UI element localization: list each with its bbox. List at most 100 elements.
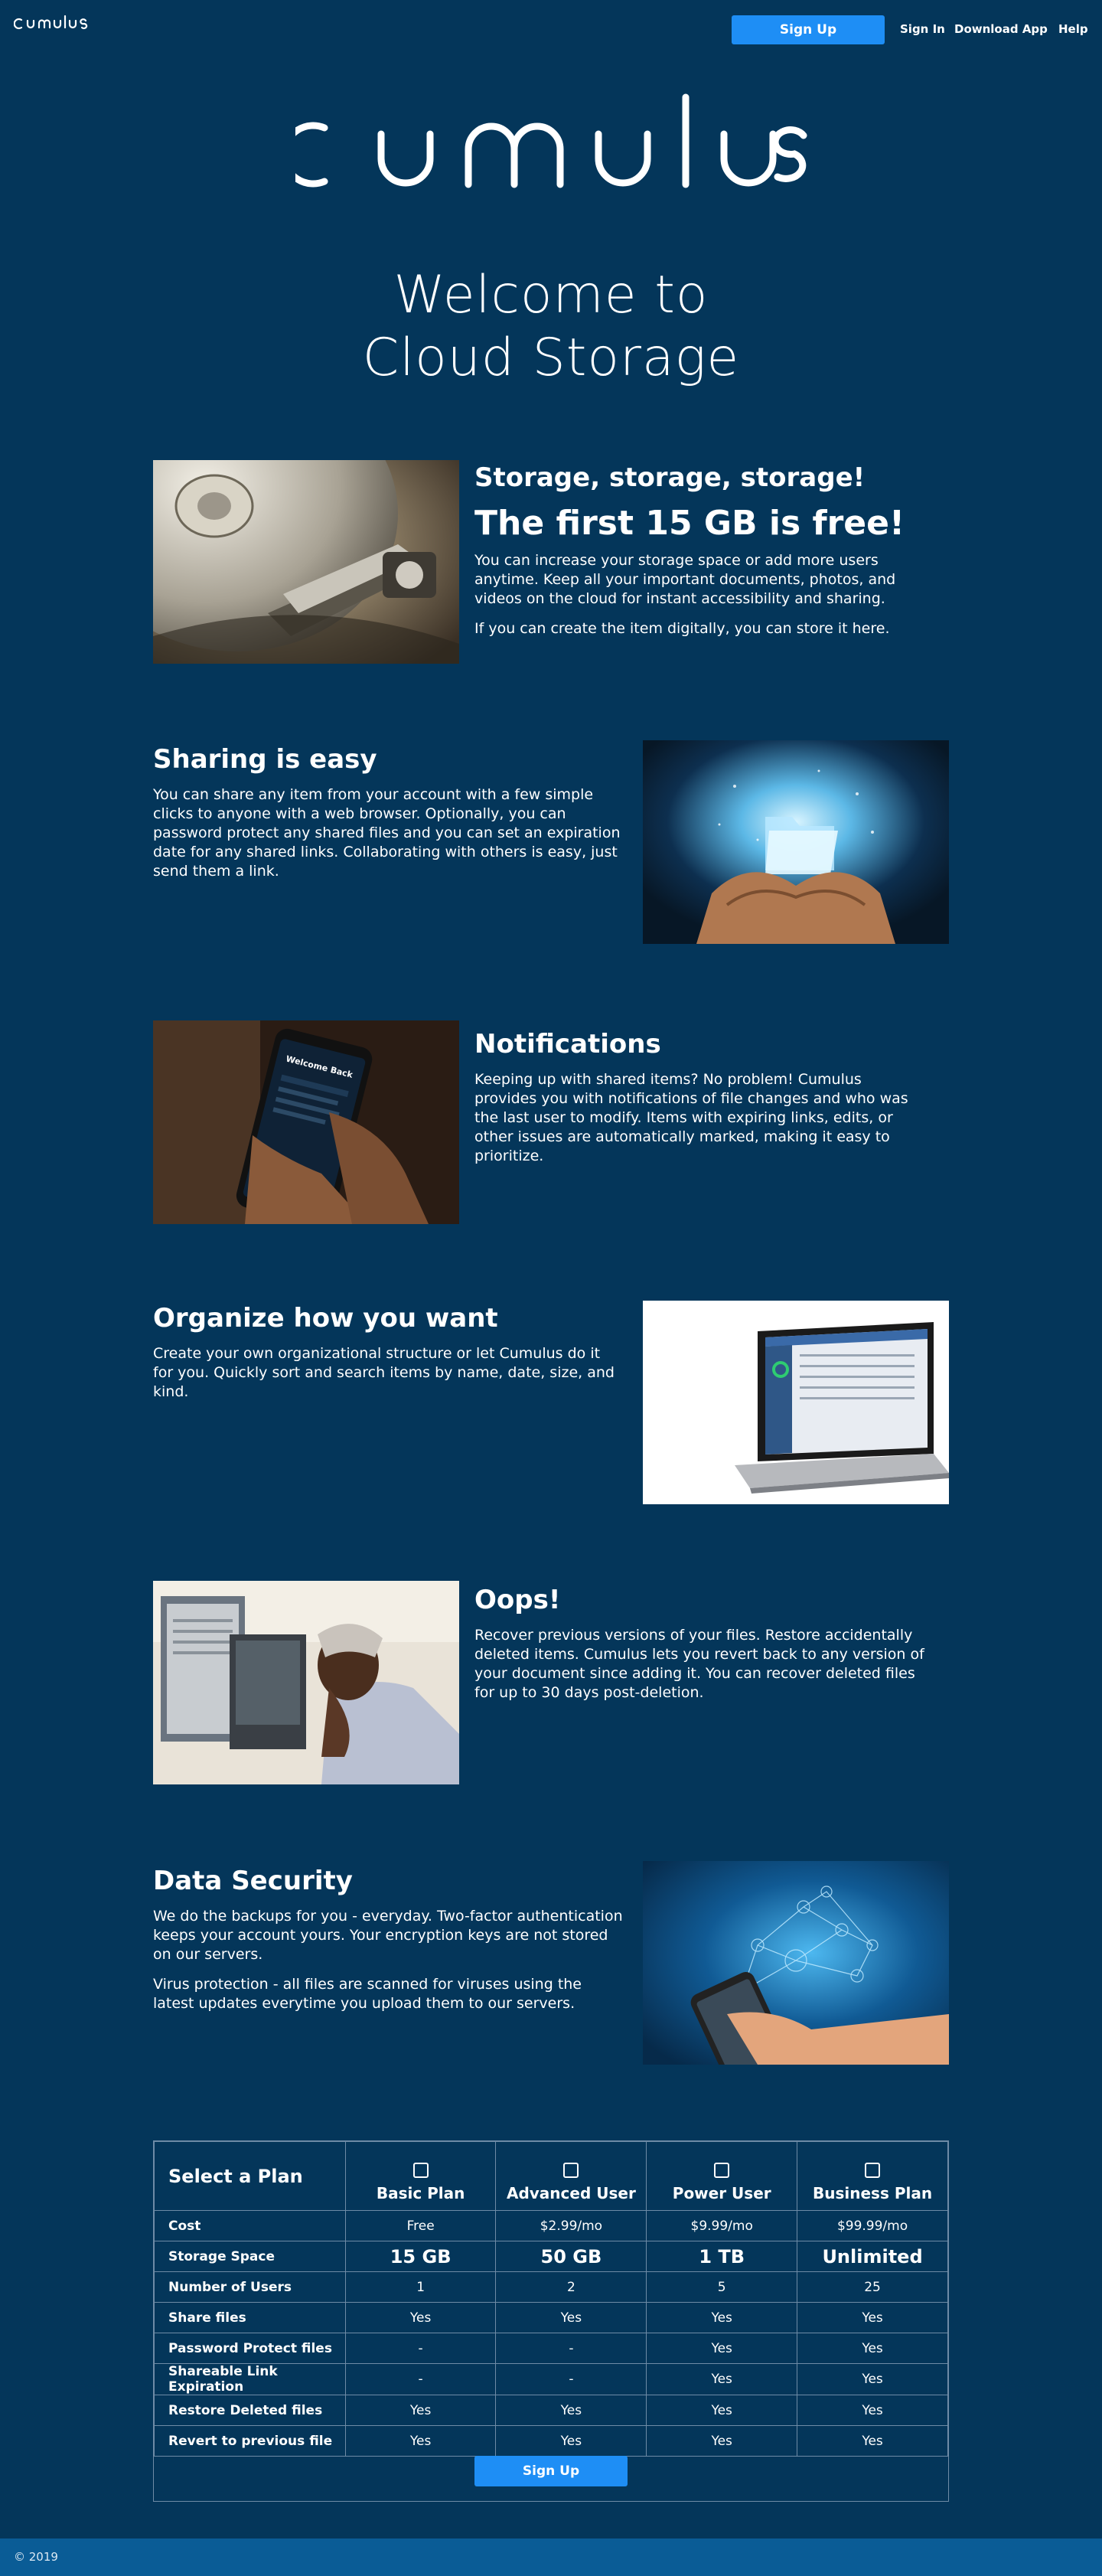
table-cell: Yes (646, 2363, 798, 2395)
plan-header-advanced: Advanced User (495, 2141, 647, 2211)
table-cell: Yes (344, 2395, 497, 2426)
table-cell: Yes (344, 2425, 497, 2457)
row-label: Number of Users (154, 2271, 346, 2303)
laptop-image (643, 1301, 949, 1504)
storage-paragraph-1: You can increase your storage space or a… (474, 552, 896, 607)
basic-plan-label: Basic Plan (376, 2184, 465, 2202)
table-cell: Yes (495, 2425, 647, 2457)
hard-drive-image (153, 460, 459, 664)
nav-signin-link[interactable]: Sign In (900, 22, 945, 36)
table-cell: Yes (646, 2333, 798, 2364)
storage-headline: The first 15 GB is free! (474, 504, 905, 543)
copyright-text: © 2019 (14, 2550, 58, 2564)
welcome-heading: Welcome to Cloud Storage (0, 264, 1102, 390)
notifications-paragraph: Keeping up with shared items? No problem… (474, 1071, 908, 1164)
row-label: Storage Space (154, 2241, 346, 2272)
table-cell: Unlimited (797, 2241, 948, 2272)
table-cell: - (495, 2333, 647, 2364)
sharing-paragraph: You can share any item from your account… (153, 786, 621, 880)
plan-table: Select a Plan Basic Plan Advanced User P… (154, 2141, 948, 2457)
table-row: Storage Space 15 GB 50 GB 1 TB Unlimited (154, 2241, 948, 2272)
table-cell: Yes (646, 2395, 798, 2426)
table-cell: Yes (797, 2363, 948, 2395)
advanced-plan-checkbox[interactable] (563, 2163, 579, 2178)
oops-section: Oops! Recover previous versions of your … (474, 1585, 926, 1713)
table-cell: Yes (797, 2395, 948, 2426)
table-cell: 25 (797, 2271, 948, 2303)
organize-title: Organize how you want (153, 1303, 498, 1334)
table-cell: $2.99/mo (495, 2210, 647, 2241)
table-cell: Yes (646, 2302, 798, 2333)
table-cell: - (344, 2333, 497, 2364)
security-paragraph-1: We do the backups for you - everyday. Tw… (153, 1908, 623, 1963)
basic-plan-checkbox[interactable] (412, 2163, 429, 2178)
plan-table-container: Select a Plan Basic Plan Advanced User P… (153, 2140, 949, 2502)
row-label: Cost (154, 2210, 346, 2241)
plan-header-basic: Basic Plan (344, 2141, 497, 2211)
top-navbar: Sign Up Sign In Download App Help (0, 0, 1102, 60)
nav-help-link[interactable]: Help (1058, 22, 1088, 36)
notifications-section: Notifications Keeping up with shared ite… (474, 1029, 926, 1177)
storage-title: Storage, storage, storage! (474, 462, 866, 493)
row-label: Restore Deleted files (154, 2395, 346, 2426)
table-row: Password Protect files - - Yes Yes (154, 2333, 948, 2364)
table-cell: 1 (344, 2271, 497, 2303)
plan-header-business: Business Plan (797, 2141, 948, 2211)
table-row: Share files Yes Yes Yes Yes (154, 2302, 948, 2333)
table-cell: - (495, 2363, 647, 2395)
sharing-title: Sharing is easy (153, 744, 377, 775)
table-cell: $99.99/mo (797, 2210, 948, 2241)
table-cell: Yes (344, 2302, 497, 2333)
table-cell: 50 GB (495, 2241, 647, 2272)
table-cell: - (344, 2363, 497, 2395)
advanced-plan-label: Advanced User (506, 2184, 636, 2202)
storage-section: Storage, storage, storage! The first 15 … (474, 462, 926, 649)
storage-paragraph-2: If you can create the item digitally, yo… (474, 620, 890, 637)
table-row: Shareable Link Expiration - - Yes Yes (154, 2363, 948, 2395)
plan-signup-button[interactable]: Sign Up (474, 2456, 628, 2486)
table-cell: Free (344, 2210, 497, 2241)
table-cell: Yes (495, 2302, 647, 2333)
table-cell: Yes (797, 2425, 948, 2457)
security-paragraph-2: Virus protection - all files are scanned… (153, 1976, 582, 2012)
row-label: Revert to previous file (154, 2425, 346, 2457)
hero-cumulus-logo (280, 88, 808, 194)
row-label: Share files (154, 2302, 346, 2333)
footer: © 2019 (0, 2538, 1102, 2576)
oops-title: Oops! (474, 1585, 561, 1615)
network-hand-image (643, 1861, 949, 2065)
notifications-title: Notifications (474, 1029, 661, 1059)
nav-download-app-link[interactable]: Download App (954, 22, 1048, 36)
select-plan-heading: Select a Plan (154, 2141, 346, 2211)
table-cell: 15 GB (344, 2241, 497, 2272)
welcome-line-2: Cloud Storage (362, 328, 740, 388)
business-plan-checkbox[interactable] (865, 2163, 881, 2178)
frustrated-man-image (153, 1581, 459, 1784)
table-cell: Yes (797, 2333, 948, 2364)
organize-paragraph: Create your own organizational structure… (153, 1345, 615, 1400)
table-cell: 1 TB (646, 2241, 798, 2272)
table-row: Restore Deleted files Yes Yes Yes Yes (154, 2395, 948, 2426)
business-plan-label: Business Plan (813, 2184, 933, 2202)
organize-section: Organize how you want Create your own or… (153, 1303, 624, 1412)
table-cell: Yes (495, 2395, 647, 2426)
row-label: Password Protect files (154, 2333, 346, 2364)
table-row: Number of Users 1 2 5 25 (154, 2271, 948, 2303)
security-title: Data Security (153, 1866, 353, 1896)
table-cell: 2 (495, 2271, 647, 2303)
table-cell: Yes (797, 2302, 948, 2333)
table-cell: $9.99/mo (646, 2210, 798, 2241)
table-row: Revert to previous file Yes Yes Yes Yes (154, 2425, 948, 2457)
power-plan-label: Power User (672, 2184, 771, 2202)
security-section: Data Security We do the backups for you … (153, 1866, 624, 2024)
table-row: Cost Free $2.99/mo $9.99/mo $99.99/mo (154, 2210, 948, 2241)
phone-in-hand-image: Welcome Back (153, 1020, 459, 1224)
plan-header-power: Power User (646, 2141, 798, 2211)
cumulus-logo[interactable] (13, 14, 90, 34)
oops-paragraph: Recover previous versions of your files.… (474, 1627, 924, 1701)
power-plan-checkbox[interactable] (714, 2163, 730, 2178)
table-cell: 5 (646, 2271, 798, 2303)
glowing-folder-image (643, 740, 949, 944)
nav-signup-button[interactable]: Sign Up (732, 15, 885, 44)
table-cell: Yes (646, 2425, 798, 2457)
